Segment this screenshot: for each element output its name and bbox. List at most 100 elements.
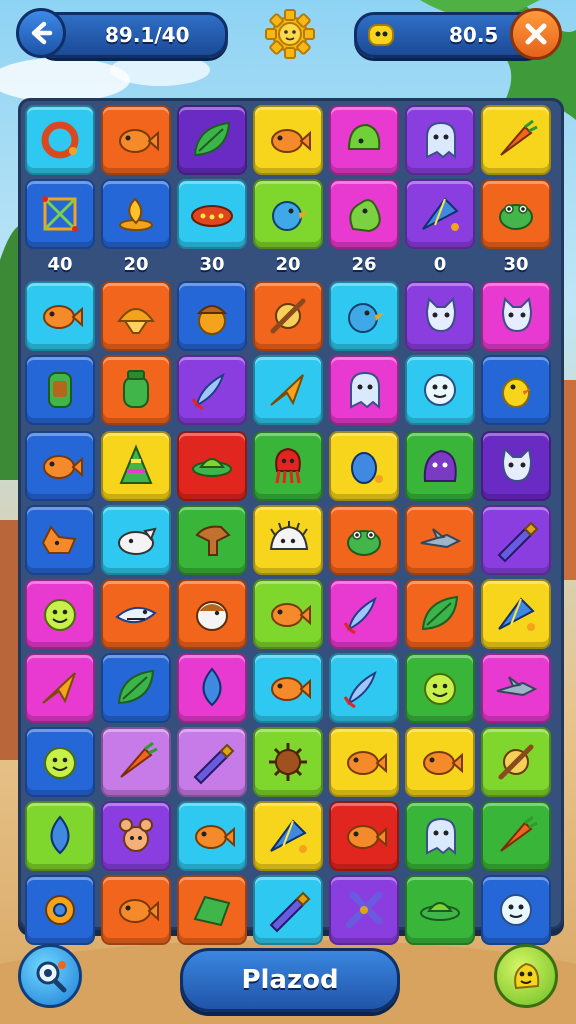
game-tile[interactable] [25,355,95,425]
smile-icon [424,673,456,705]
game-tile[interactable] [481,105,551,175]
game-tile[interactable] [101,355,171,425]
game-tile[interactable] [101,281,171,351]
plane-icon [42,672,76,704]
game-tile[interactable] [481,179,551,249]
game-tile[interactable] [177,579,247,649]
game-tile[interactable] [405,431,475,501]
game-tile[interactable] [25,179,95,249]
game-tile[interactable] [329,179,399,249]
hint-button[interactable] [18,944,82,1008]
game-tile[interactable] [101,105,171,175]
game-tile[interactable] [101,875,171,945]
game-tile[interactable] [253,281,323,351]
game-tile[interactable] [481,355,551,425]
game-tile[interactable] [405,801,475,871]
game-tile[interactable] [177,653,247,723]
game-tile[interactable] [253,579,323,649]
game-tile[interactable] [329,653,399,723]
game-tile[interactable] [405,875,475,945]
game-tile[interactable] [481,875,551,945]
game-tile[interactable] [101,505,171,575]
game-tile[interactable] [101,179,171,249]
game-tile[interactable] [329,431,399,501]
game-tile[interactable] [481,727,551,797]
close-button[interactable] [510,8,562,60]
game-tile[interactable] [405,355,475,425]
game-tile[interactable] [253,505,323,575]
game-tile[interactable] [405,105,475,175]
shell-icon [117,308,155,334]
game-tile[interactable] [253,801,323,871]
game-tile[interactable] [101,801,171,871]
bug-icon [351,452,383,484]
game-tile[interactable] [253,727,323,797]
pen-icon [269,891,311,933]
game-tile[interactable] [177,801,247,871]
game-tile[interactable] [329,105,399,175]
game-tile[interactable] [101,431,171,501]
game-tile[interactable] [253,875,323,945]
game-tile[interactable] [329,727,399,797]
game-tile[interactable] [405,505,475,575]
game-tile[interactable] [25,579,95,649]
smile-icon [44,747,76,779]
play-button[interactable]: Plazod [180,948,400,1012]
shuffle-button[interactable] [494,944,558,1008]
game-tile[interactable] [405,281,475,351]
game-tile[interactable] [25,105,95,175]
game-tile[interactable] [329,355,399,425]
game-tile[interactable] [329,505,399,575]
pen-icon [193,743,235,785]
smile-icon [44,599,76,631]
game-tile[interactable] [177,179,247,249]
game-tile[interactable] [253,179,323,249]
game-tile[interactable] [177,355,247,425]
game-tile[interactable] [329,801,399,871]
game-tile[interactable] [253,355,323,425]
game-tile[interactable] [177,431,247,501]
game-tile[interactable] [253,653,323,723]
game-tile[interactable] [177,727,247,797]
game-tile[interactable] [25,727,95,797]
game-tile[interactable] [481,281,551,351]
game-tile[interactable] [177,505,247,575]
game-tile[interactable] [25,653,95,723]
game-tile[interactable] [405,727,475,797]
game-tile[interactable] [329,579,399,649]
game-tile[interactable] [101,727,171,797]
game-tile[interactable] [25,431,95,501]
fish-icon [195,825,235,849]
game-tile[interactable] [101,653,171,723]
frog-icon [347,530,381,556]
game-tile[interactable] [329,875,399,945]
right-counter-value: 80.5 [449,23,499,47]
game-tile[interactable] [405,579,475,649]
game-tile[interactable] [481,653,551,723]
spinner-icon [270,298,306,334]
game-tile[interactable] [101,579,171,649]
game-tile[interactable] [481,801,551,871]
game-tile[interactable] [405,653,475,723]
coin-icon-holder [364,18,398,52]
settings-button[interactable] [264,8,316,60]
game-tile[interactable] [25,875,95,945]
game-tile[interactable] [177,281,247,351]
game-tile[interactable] [329,281,399,351]
carrot-icon [500,815,538,852]
game-tile[interactable] [481,579,551,649]
monster-icon [423,449,457,482]
game-tile[interactable] [405,179,475,249]
game-tile[interactable] [481,505,551,575]
game-tile[interactable] [25,801,95,871]
game-tile[interactable] [25,505,95,575]
game-tile[interactable] [481,431,551,501]
board-row [25,653,557,725]
game-tile[interactable] [25,281,95,351]
game-tile[interactable] [253,105,323,175]
ghost-icon [426,817,456,856]
game-tile[interactable] [177,875,247,945]
game-tile[interactable] [177,105,247,175]
back-button[interactable] [16,8,66,58]
game-tile[interactable] [253,431,323,501]
